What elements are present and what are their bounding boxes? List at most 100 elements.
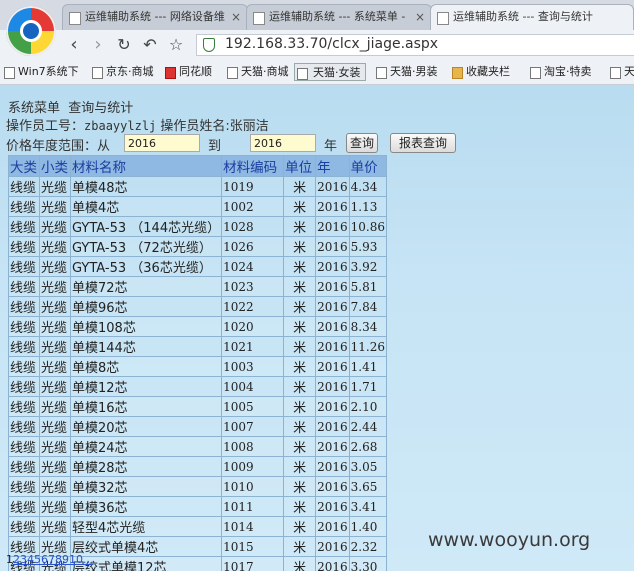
operator-name-label: 操作员姓名: <box>160 119 230 134</box>
cell-subcategory: 光缆 <box>39 356 71 377</box>
pager-link[interactable]: ... <box>83 553 94 566</box>
pager-link[interactable]: 7 <box>48 553 55 566</box>
cell-material-code: 1026 <box>221 236 285 257</box>
cell-material-name: 单模108芯 <box>69 316 223 337</box>
cell-category: 线缆 <box>8 496 40 517</box>
bookmark-tmall-men[interactable]: 天猫·男装 <box>374 63 438 81</box>
cell-material-name: 单模72芯 <box>69 276 223 297</box>
cell-year: 2016 <box>315 336 350 357</box>
cell-material-code: 1021 <box>221 336 285 357</box>
report-query-button[interactable]: 报表查询 <box>390 133 456 153</box>
cell-material-name: 单模16芯 <box>69 396 223 417</box>
bookmark-jd[interactable]: 京东·商城 <box>90 63 154 81</box>
operator-name-value: 张丽洁 <box>229 119 269 134</box>
cell-material-code: 1011 <box>221 496 285 517</box>
undo-icon[interactable]: ↶ <box>140 35 160 55</box>
table-row: 线缆 光缆 单模28芯 1009 米 2016 3.05 <box>8 456 388 477</box>
pager-link[interactable]: 10 <box>69 553 83 566</box>
forward-icon[interactable]: › <box>88 35 108 55</box>
bookmark-tonghuashun[interactable]: 同花顺 <box>163 63 212 81</box>
pager-link[interactable]: 5 <box>34 553 41 566</box>
folder-icon <box>452 67 463 79</box>
cell-unit: 米 <box>283 476 317 497</box>
header-category: 大类 <box>8 155 40 177</box>
cell-unit-price: 4.34 <box>348 176 388 197</box>
page-icon <box>69 12 81 25</box>
cell-year: 2016 <box>315 396 350 417</box>
header-material-code: 材料编码 <box>221 155 285 177</box>
tab-network-devices[interactable]: 运维辅助系统 --- 网络设备维 × <box>62 4 248 30</box>
cell-year: 2016 <box>315 316 350 337</box>
cell-material-name: 单模4芯 <box>69 196 223 217</box>
cell-year: 2016 <box>315 436 350 457</box>
bookmark-win7[interactable]: Win7系统下 <box>2 63 79 81</box>
bookmark-taobao[interactable]: 淘宝·特卖 <box>528 63 592 81</box>
bookmark-tmall-women[interactable]: 天猫·女装 <box>294 63 366 81</box>
cell-subcategory: 光缆 <box>39 516 71 537</box>
pager-link[interactable]: 6 <box>41 553 48 566</box>
page-icon <box>530 67 541 79</box>
close-icon[interactable]: × <box>231 5 241 29</box>
table-row: 线缆 光缆 单模144芯 1021 米 2016 11.26 <box>8 336 388 357</box>
cell-unit: 米 <box>283 556 317 571</box>
query-button[interactable]: 查询 <box>346 133 378 153</box>
star-icon[interactable]: ☆ <box>166 35 186 55</box>
bookmark-label: 淘宝·特卖 <box>544 65 592 78</box>
cell-unit: 米 <box>283 356 317 377</box>
url-field[interactable]: 192.168.33.70/clcx_jiage.aspx <box>196 34 634 56</box>
bookmark-favorites-folder[interactable]: 收藏夹栏 <box>450 63 510 81</box>
pager-link[interactable]: 4 <box>27 553 34 566</box>
cell-subcategory: 光缆 <box>39 196 71 217</box>
cell-unit-price: 2.32 <box>348 536 388 557</box>
cell-subcategory: 光缆 <box>39 276 71 297</box>
operator-id-label: 操作员工号： <box>6 119 85 134</box>
cell-material-name: 单模24芯 <box>69 436 223 457</box>
cell-year: 2016 <box>315 376 350 397</box>
tab-query-statistics[interactable]: 运维辅助系统 --- 查询与统计 <box>430 4 634 30</box>
page-icon <box>227 67 238 79</box>
cell-material-code: 1004 <box>221 376 285 397</box>
cell-unit-price: 2.44 <box>348 416 388 437</box>
cell-category: 线缆 <box>8 336 40 357</box>
cell-subcategory: 光缆 <box>39 436 71 457</box>
to-year-input[interactable] <box>250 134 316 152</box>
cell-unit-price: 1.71 <box>348 376 388 397</box>
pager-link[interactable]: 8 <box>55 553 62 566</box>
cell-category: 线缆 <box>8 176 40 197</box>
cell-material-code: 1023 <box>221 276 285 297</box>
cell-category: 线缆 <box>8 516 40 537</box>
bookmark-label: Win7系统下 <box>18 65 79 78</box>
system-menu-link[interactable]: 系统菜单 <box>8 101 60 116</box>
cell-material-code: 1017 <box>221 556 285 571</box>
reload-icon[interactable]: ↻ <box>114 35 134 55</box>
cell-category: 线缆 <box>8 196 40 217</box>
table-row: 线缆 光缆 单模108芯 1020 米 2016 8.34 <box>8 316 388 337</box>
tab-system-menu[interactable]: 运维辅助系统 --- 系统菜单 - × <box>246 4 432 30</box>
cell-year: 2016 <box>315 256 350 277</box>
cell-unit: 米 <box>283 376 317 397</box>
cell-material-name: GYTA-53 （144芯光缆） <box>69 216 223 237</box>
pager-link[interactable]: 3 <box>20 553 27 566</box>
bookmark-more[interactable]: 天 <box>608 63 634 81</box>
table-row: 线缆 光缆 单模8芯 1003 米 2016 1.41 <box>8 356 388 377</box>
bookmark-tmall[interactable]: 天猫·商城 <box>225 63 289 81</box>
cell-year: 2016 <box>315 236 350 257</box>
cell-category: 线缆 <box>8 436 40 457</box>
cell-subcategory: 光缆 <box>39 396 71 417</box>
cell-subcategory: 光缆 <box>39 496 71 517</box>
cell-unit: 米 <box>283 516 317 537</box>
cell-unit: 米 <box>283 256 317 277</box>
cell-subcategory: 光缆 <box>39 236 71 257</box>
pager-link[interactable]: 2 <box>13 553 20 566</box>
pager-link[interactable]: 9 <box>62 553 69 566</box>
cell-year: 2016 <box>315 496 350 517</box>
from-year-input[interactable] <box>124 134 200 152</box>
page-icon <box>610 67 621 79</box>
cell-material-name: 轻型4芯光缆 <box>69 516 223 537</box>
query-statistics-link[interactable]: 查询与统计 <box>68 101 133 116</box>
cell-unit-price: 2.10 <box>348 396 388 417</box>
back-icon[interactable]: ‹ <box>64 35 84 55</box>
close-icon[interactable]: × <box>415 5 425 29</box>
watermark: www.wooyun.org <box>428 529 591 551</box>
cell-year: 2016 <box>315 176 350 197</box>
